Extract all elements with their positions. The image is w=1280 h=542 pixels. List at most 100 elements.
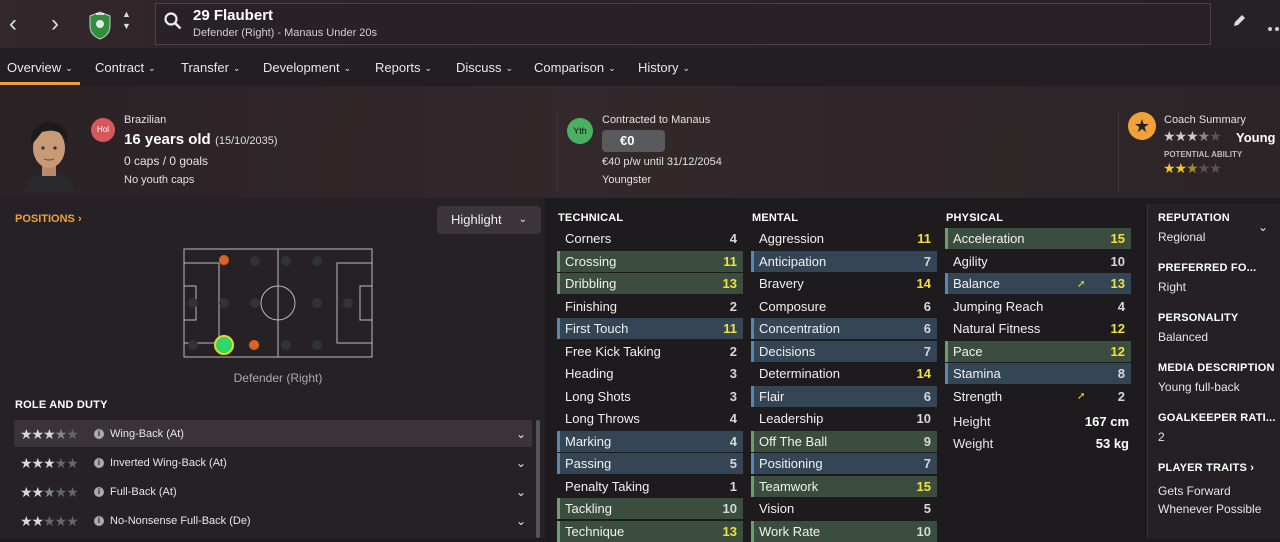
player-name: 29 Flaubert [193, 7, 274, 24]
attribute-row[interactable]: First Touch 11 [557, 318, 743, 339]
tab-label: Transfer [181, 60, 229, 75]
current-ability-stars: ★★★★★ [1163, 128, 1222, 145]
attribute-row[interactable]: Crossing 11 [557, 250, 743, 272]
half-star-icon: ★ [1186, 160, 1199, 176]
attribute-name: Positioning [759, 456, 823, 471]
info-icon[interactable]: i [94, 429, 104, 440]
personality-value: Balanced [1158, 330, 1209, 344]
attribute-row[interactable]: Dribbling 13 [557, 273, 743, 294]
tab-comparison[interactable]: Comparison ⌄ [534, 60, 616, 75]
tab-label: Development [263, 60, 340, 75]
attribute-row[interactable]: Acceleration 15 [945, 228, 1131, 249]
more-options-icon[interactable] [1262, 20, 1280, 31]
attribute-name: Anticipation [759, 253, 827, 269]
attribute-row[interactable]: Agility 10 [945, 251, 1131, 272]
highlight-dropdown[interactable]: Highlight ⌄ [437, 206, 541, 234]
role-list-scrollbar[interactable] [536, 420, 540, 538]
attribute-row[interactable]: Pace 12 [945, 340, 1131, 362]
positions-link[interactable]: POSITIONS › [15, 213, 82, 225]
attribute-row[interactable]: Strength 2 [945, 386, 1131, 407]
position-marker-natural[interactable] [214, 335, 234, 355]
back-arrow-icon[interactable]: ‹ [0, 0, 26, 48]
attribute-value: 10 [916, 523, 931, 539]
attribute-name: Decisions [759, 343, 816, 359]
attribute-value: 2 [729, 343, 737, 359]
role-stars: ★★★★★ [20, 426, 79, 443]
position-marker-ok[interactable] [219, 255, 229, 265]
attribute-row[interactable]: Long Throws 4 [557, 408, 743, 429]
tab-history[interactable]: History ⌄ [638, 60, 690, 75]
coach-star-icon[interactable]: ★ [1128, 112, 1156, 140]
club-crest-icon[interactable] [88, 10, 112, 40]
chevron-down-icon[interactable]: ⌄ [516, 450, 526, 476]
attribute-row[interactable]: Finishing 2 [557, 296, 743, 317]
status-badge[interactable]: Hol [91, 118, 115, 142]
attribute-row[interactable]: Determination 14 [751, 363, 937, 384]
chevron-down-icon[interactable]: ⌄ [1258, 220, 1268, 234]
player-value[interactable]: €0 [602, 130, 665, 152]
attribute-name: Dribbling [565, 276, 617, 291]
chevron-down-icon[interactable]: ⌄ [516, 479, 526, 505]
attribute-row[interactable]: Off The Ball 9 [751, 430, 937, 452]
attribute-value: 11 [723, 253, 737, 269]
attribute-row[interactable]: Positioning 7 [751, 453, 937, 474]
attribute-row[interactable]: Leadership 10 [751, 408, 937, 429]
attribute-value: 12 [1110, 321, 1125, 336]
attribute-value: 5 [923, 501, 931, 516]
attribute-row[interactable]: Heading 3 [557, 363, 743, 384]
edit-pencil-icon[interactable] [1232, 14, 1246, 33]
attribute-row[interactable]: Aggression 11 [751, 228, 937, 249]
attribute-value: 13 [722, 523, 737, 539]
attribute-row[interactable]: Penalty Taking 1 [557, 476, 743, 497]
attribute-row[interactable]: Tackling 10 [557, 498, 743, 519]
attribute-row[interactable]: Stamina 8 [945, 363, 1131, 384]
info-icon[interactable]: i [94, 487, 104, 498]
search-icon[interactable] [164, 12, 182, 35]
attribute-row[interactable]: Free Kick Taking 2 [557, 341, 743, 362]
attribute-row[interactable]: Jumping Reach 4 [945, 296, 1131, 317]
tab-discuss[interactable]: Discuss ⌄ [456, 60, 513, 75]
attribute-value: 11 [723, 321, 737, 336]
player-traits-link[interactable]: PLAYER TRAITS › [1158, 462, 1254, 474]
info-icon[interactable]: i [94, 516, 104, 527]
attribute-row[interactable]: Concentration 6 [751, 318, 937, 339]
attribute-row[interactable]: Work Rate 10 [751, 520, 937, 542]
forward-arrow-icon[interactable]: › [42, 0, 68, 48]
role-row[interactable]: ★★★★★ i Inverted Wing-Back (At) ⌄ [14, 450, 532, 476]
attribute-row[interactable]: Teamwork 15 [751, 475, 937, 497]
attribute-row[interactable]: Natural Fitness 12 [945, 318, 1131, 339]
role-row[interactable]: ★★★★★ i Full-Back (At) ⌄ [14, 479, 532, 505]
youth-badge[interactable]: Yth [567, 118, 593, 144]
attribute-row[interactable]: Anticipation 7 [751, 250, 937, 272]
chevron-down-icon[interactable]: ⌄ [516, 421, 526, 447]
attribute-row[interactable]: Marking 4 [557, 430, 743, 452]
tab-transfer[interactable]: Transfer ⌄ [181, 60, 240, 75]
role-row[interactable]: ★★★★★ i No-Nonsense Full-Back (De) ⌄ [14, 508, 532, 534]
attribute-row[interactable]: Flair 6 [751, 385, 937, 407]
attribute-row[interactable]: Vision 5 [751, 498, 937, 519]
attribute-row[interactable]: Passing 5 [557, 453, 743, 474]
tab-contract[interactable]: Contract ⌄ [95, 60, 156, 75]
attribute-row[interactable]: Long Shots 3 [557, 386, 743, 407]
chevron-down-icon: ⌄ [65, 63, 73, 73]
club-switch-arrows-icon[interactable]: ▲ ▼ [122, 8, 131, 32]
tab-reports[interactable]: Reports ⌄ [375, 60, 432, 75]
tab-development[interactable]: Development ⌄ [263, 60, 351, 75]
chevron-down-icon[interactable]: ⌄ [516, 508, 526, 534]
role-row[interactable]: ★★★★★ i Wing-Back (At) ⌄ [14, 421, 532, 447]
attribute-row[interactable]: Composure 6 [751, 296, 937, 317]
attribute-value: 3 [729, 366, 737, 381]
technical-title: TECHNICAL [558, 212, 624, 224]
attribute-row[interactable]: Corners 4 [557, 228, 743, 249]
attribute-row[interactable]: Decisions 7 [751, 340, 937, 362]
mental-title: MENTAL [752, 212, 799, 224]
attribute-name: Tackling [565, 501, 612, 516]
attribute-row[interactable]: Bravery 14 [751, 273, 937, 294]
tab-overview[interactable]: Overview ⌄ [7, 60, 73, 75]
attribute-row[interactable]: Technique 13 [557, 520, 743, 542]
attribute-row[interactable]: Balance 13 [945, 273, 1131, 294]
position-marker-ok[interactable] [249, 340, 259, 350]
info-icon[interactable]: i [94, 458, 104, 469]
youth-caps: No youth caps [124, 174, 195, 186]
role-stars: ★★★★★ [20, 484, 79, 501]
